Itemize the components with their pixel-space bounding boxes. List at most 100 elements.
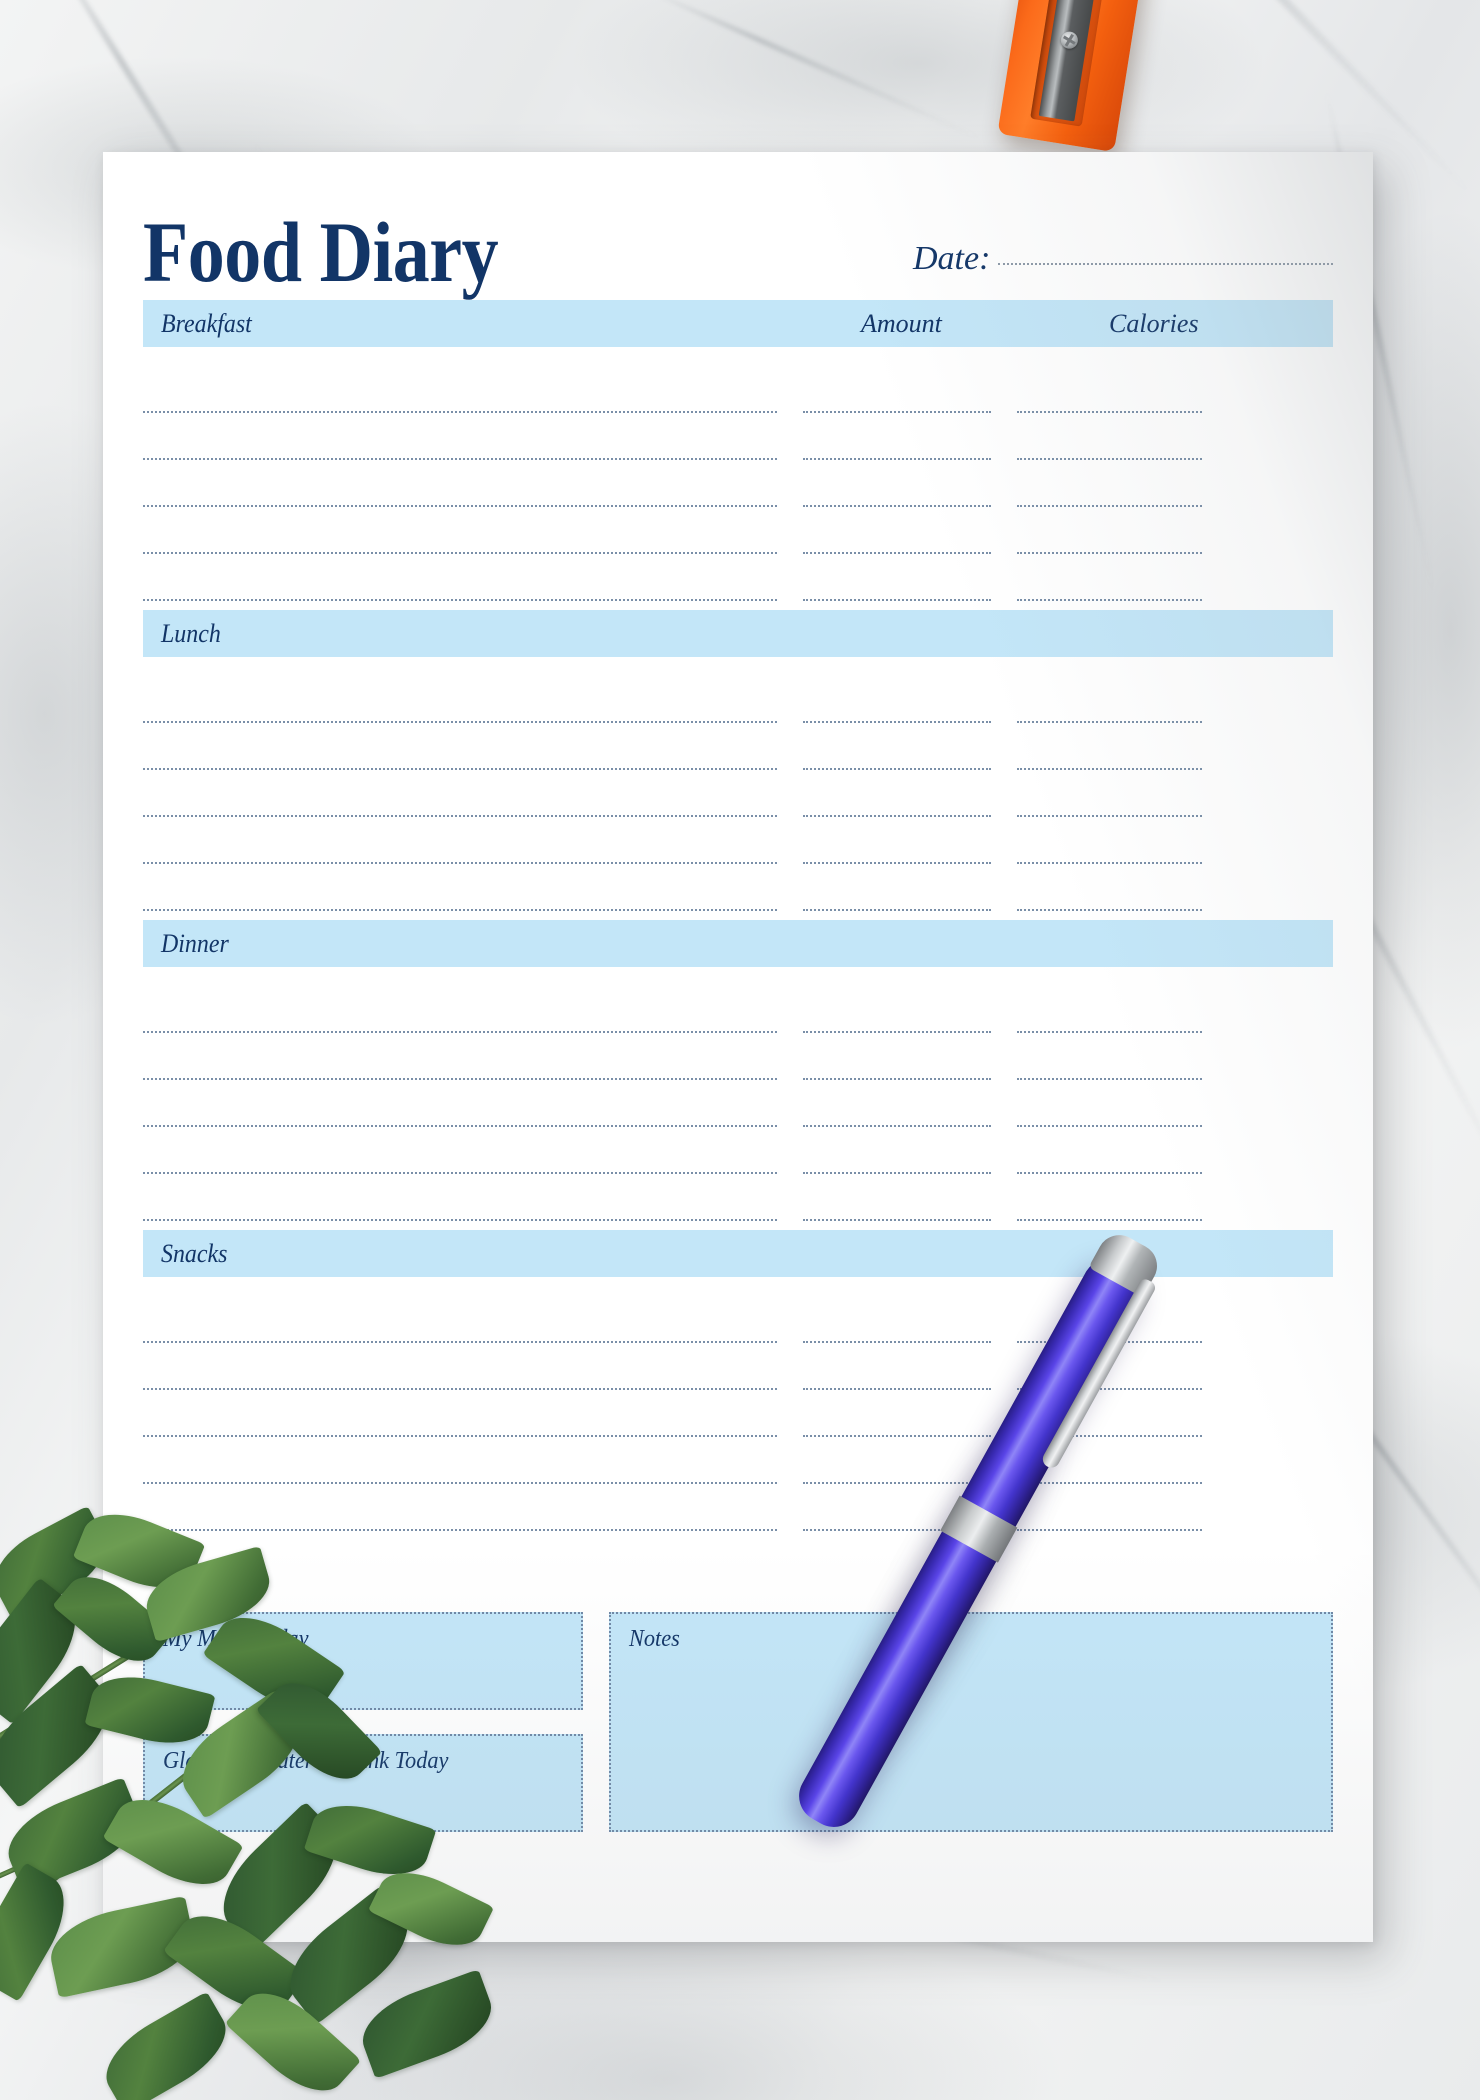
amount-input-line[interactable] (803, 820, 991, 867)
food-input-line[interactable] (143, 726, 777, 773)
amount-input-line[interactable] (803, 1083, 991, 1130)
food-input-line[interactable] (143, 369, 777, 416)
amount-input-line[interactable] (803, 1299, 991, 1346)
section-rows-lunch (143, 657, 1333, 914)
column-header-amount: Amount (861, 308, 942, 338)
section-header-lunch: Lunch (143, 610, 1333, 657)
calories-input-line[interactable] (1017, 1440, 1202, 1487)
calories-input-line[interactable] (1017, 369, 1202, 416)
food-input-line[interactable] (143, 510, 777, 557)
mood-box[interactable]: My Mood Today (143, 1612, 583, 1710)
calories-input-line[interactable] (1017, 1177, 1202, 1224)
calories-input-line[interactable] (1017, 679, 1202, 726)
food-input-line[interactable] (143, 773, 777, 820)
food-input-line[interactable] (143, 1440, 777, 1487)
section-dinner: Dinner (143, 920, 1333, 1224)
amount-input-line[interactable] (803, 1393, 991, 1440)
amount-input-line[interactable] (803, 510, 991, 557)
entry-row (143, 773, 1333, 820)
calories-input-line[interactable] (1017, 726, 1202, 773)
entry-row (143, 1299, 1333, 1346)
calories-input-line[interactable] (1017, 463, 1202, 510)
calories-input-line[interactable] (1017, 557, 1202, 604)
scene: Food Diary Date: Breakfast Amount Calories… (0, 0, 1480, 2100)
entry-row (143, 820, 1333, 867)
food-input-line[interactable] (143, 1130, 777, 1177)
section-title: Lunch (161, 618, 221, 648)
section-rows-breakfast (143, 347, 1333, 604)
entry-row (143, 510, 1333, 557)
food-input-line[interactable] (143, 1083, 777, 1130)
amount-input-line[interactable] (803, 1036, 991, 1083)
food-input-line[interactable] (143, 679, 777, 726)
calories-input-line[interactable] (1017, 867, 1202, 914)
entry-row (143, 1440, 1333, 1487)
calories-input-line[interactable] (1017, 989, 1202, 1036)
calories-input-line[interactable] (1017, 1130, 1202, 1177)
calories-input-line[interactable] (1017, 1487, 1202, 1534)
section-breakfast: Breakfast Amount Calories (143, 300, 1333, 604)
amount-input-line[interactable] (803, 1440, 991, 1487)
notes-box[interactable]: Notes (609, 1612, 1333, 1832)
mood-label: My Mood Today (163, 1626, 309, 1652)
amount-input-line[interactable] (803, 463, 991, 510)
food-input-line[interactable] (143, 463, 777, 510)
water-box[interactable]: Glasses of Water I Drank Today (143, 1734, 583, 1832)
amount-input-line[interactable] (803, 989, 991, 1036)
section-title: Breakfast (161, 308, 252, 338)
section-title: Snacks (161, 1238, 228, 1268)
calories-input-line[interactable] (1017, 1036, 1202, 1083)
food-input-line[interactable] (143, 557, 777, 604)
bottom-right-column: Notes (609, 1612, 1333, 1832)
amount-input-line[interactable] (803, 867, 991, 914)
entry-row (143, 1130, 1333, 1177)
calories-input-line[interactable] (1017, 1083, 1202, 1130)
food-input-line[interactable] (143, 1487, 777, 1534)
food-input-line[interactable] (143, 867, 777, 914)
calories-input-line[interactable] (1017, 1346, 1202, 1393)
food-input-line[interactable] (143, 1177, 777, 1224)
calories-input-line[interactable] (1017, 820, 1202, 867)
section-header-breakfast: Breakfast Amount Calories (143, 300, 1333, 347)
section-lunch: Lunch (143, 610, 1333, 914)
calories-input-line[interactable] (1017, 416, 1202, 463)
column-header-calories: Calories (1109, 308, 1199, 338)
food-input-line[interactable] (143, 1036, 777, 1083)
amount-input-line[interactable] (803, 679, 991, 726)
food-input-line[interactable] (143, 1299, 777, 1346)
marble-vein (635, 0, 985, 143)
entry-row (143, 989, 1333, 1036)
amount-input-line[interactable] (803, 773, 991, 820)
entry-row (143, 1346, 1333, 1393)
meal-sections: Breakfast Amount Calories Lunch Dinner Snacks (143, 300, 1333, 1540)
calories-input-line[interactable] (1017, 510, 1202, 557)
food-input-line[interactable] (143, 820, 777, 867)
section-rows-snacks (143, 1277, 1333, 1534)
calories-input-line[interactable] (1017, 773, 1202, 820)
entry-row (143, 369, 1333, 416)
amount-input-line[interactable] (803, 1177, 991, 1224)
entry-row (143, 1083, 1333, 1130)
date-input-line[interactable] (998, 249, 1333, 269)
food-input-line[interactable] (143, 1393, 777, 1440)
amount-input-line[interactable] (803, 557, 991, 604)
amount-input-line[interactable] (803, 369, 991, 416)
section-header-snacks: Snacks (143, 1230, 1333, 1277)
date-field-group: Date: (913, 240, 1333, 292)
food-input-line[interactable] (143, 416, 777, 463)
amount-input-line[interactable] (803, 1487, 991, 1534)
entry-row (143, 726, 1333, 773)
amount-input-line[interactable] (803, 1130, 991, 1177)
entry-row (143, 1177, 1333, 1224)
water-label: Glasses of Water I Drank Today (163, 1748, 449, 1774)
amount-input-line[interactable] (803, 416, 991, 463)
calories-input-line[interactable] (1017, 1299, 1202, 1346)
entry-row (143, 1036, 1333, 1083)
calories-input-line[interactable] (1017, 1393, 1202, 1440)
amount-input-line[interactable] (803, 1346, 991, 1393)
food-input-line[interactable] (143, 989, 777, 1036)
amount-input-line[interactable] (803, 726, 991, 773)
page-header: Food Diary Date: (143, 182, 1333, 295)
entry-row (143, 867, 1333, 914)
food-input-line[interactable] (143, 1346, 777, 1393)
